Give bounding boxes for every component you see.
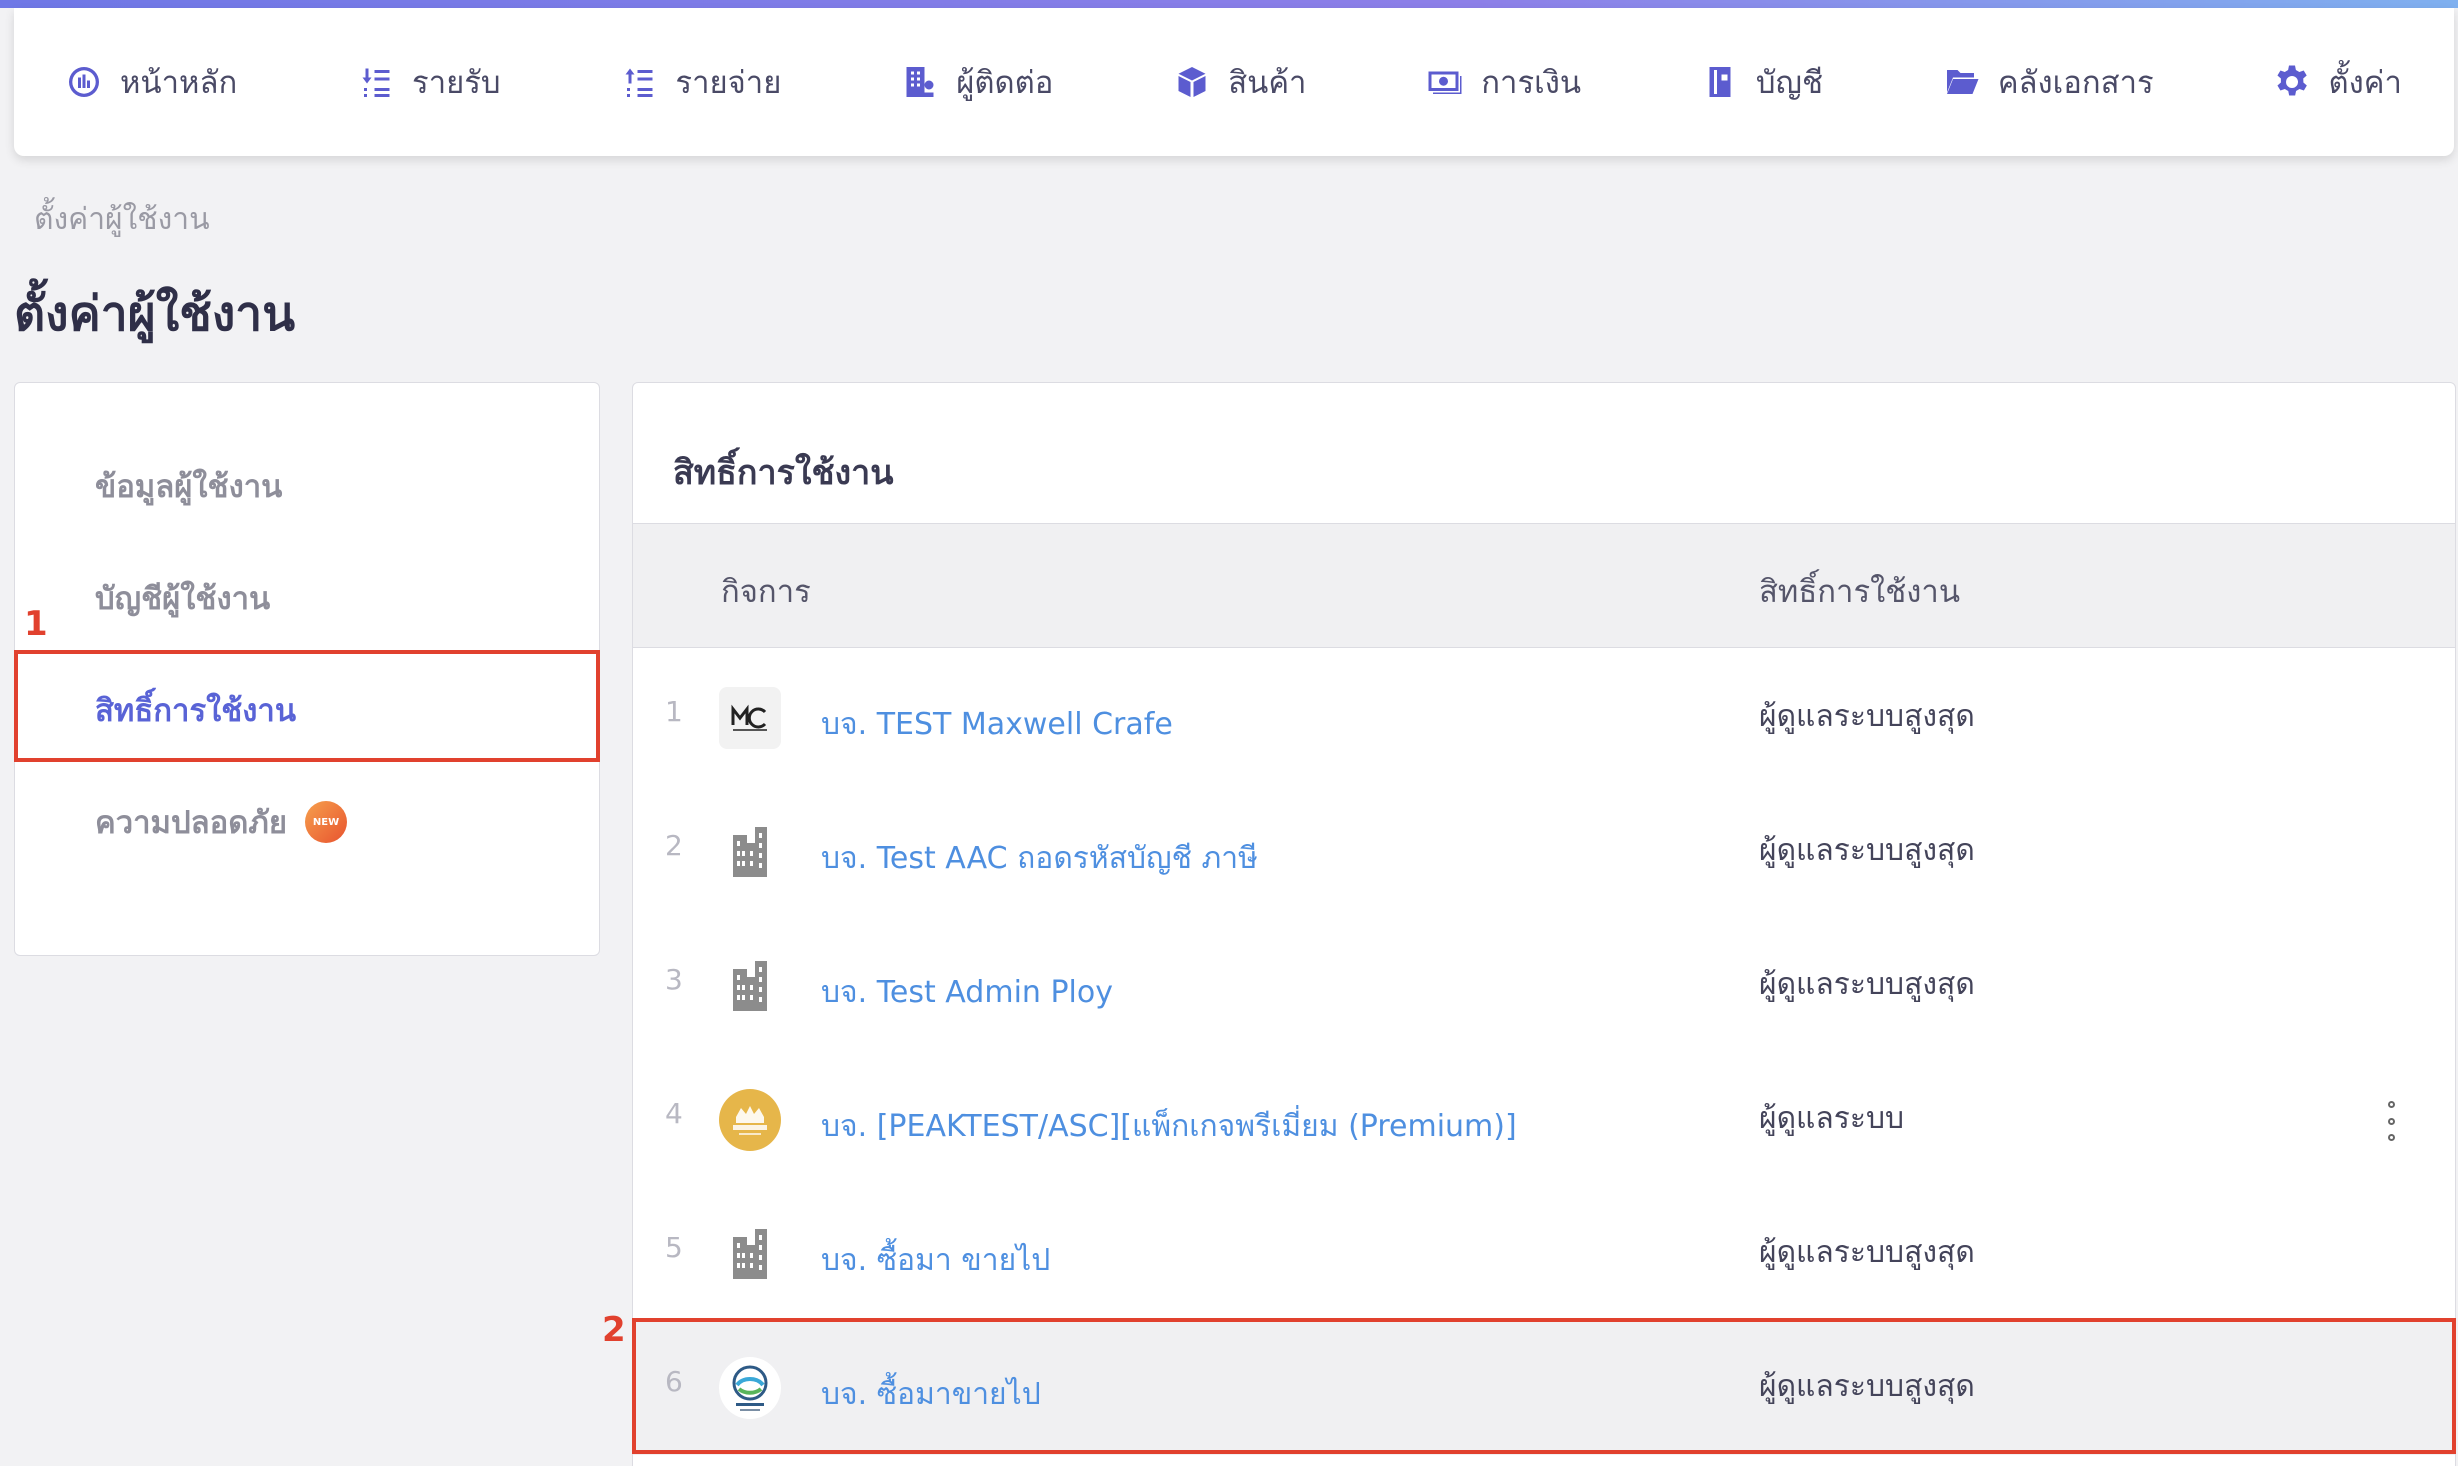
permission-value: ผู้ดูแลระบบ	[1759, 1101, 1905, 1136]
income-icon	[362, 68, 390, 97]
sidebar-item-label: สิทธิ์การใช้งาน	[95, 693, 297, 729]
permission-value: ผู้ดูแลระบบสูงสุด	[1759, 699, 1975, 734]
box-icon	[1178, 67, 1206, 97]
nav-label: สินค้า	[1228, 65, 1307, 101]
dashboard-icon	[69, 67, 99, 97]
contacts-icon	[906, 67, 934, 97]
building-icon	[719, 955, 781, 1017]
nav-item-products[interactable]: สินค้า	[1174, 57, 1306, 107]
building-icon	[719, 1223, 781, 1285]
top-accent-bar	[0, 0, 2458, 8]
nav-label: บัญชี	[1755, 65, 1823, 101]
nav-item-contacts[interactable]: ผู้ติดต่อ	[902, 57, 1053, 107]
page-title: ตั้งค่าผู้ใช้งาน	[14, 286, 296, 342]
row-number: 1	[665, 695, 683, 728]
nav-label: รายรับ	[412, 65, 501, 101]
nav-label: การเงิน	[1481, 65, 1582, 101]
nav-item-finance[interactable]: การเงิน	[1427, 57, 1581, 107]
sidebar-item-security[interactable]: ความปลอดภัย NEW	[95, 797, 348, 847]
settings-sidebar: ข้อมูลผู้ใช้งาน บัญชีผู้ใช้งาน สิทธิ์การ…	[14, 382, 600, 956]
premium-crown-logo-icon	[719, 1089, 781, 1151]
main-navbar: หน้าหลัก รายรับ รายจ่าย ผู้ติดต่อ สินค้า…	[14, 8, 2454, 156]
company-link[interactable]: บจ. Test Admin Ploy	[821, 969, 1113, 1016]
permission-value: ผู้ดูแลระบบสูงสุด	[1759, 1369, 1975, 1404]
row-number: 5	[665, 1231, 683, 1264]
nav-label: คลังเอกสาร	[1997, 65, 2154, 101]
gear-icon	[2277, 65, 2308, 96]
company-link[interactable]: บจ. ซื้อมา ขายไป	[821, 1237, 1050, 1284]
maxwell-crafe-logo-icon	[719, 687, 781, 749]
sidebar-item-label: ความปลอดภัย	[95, 805, 288, 841]
table-row[interactable]: 3 บจ. Test Admin Ploy ผู้ดูแลระบบสูงสุด	[633, 919, 2455, 1053]
buy-sell-logo-icon	[719, 1357, 781, 1419]
nav-label: รายจ่าย	[675, 65, 782, 101]
nav-item-settings[interactable]: ตั้งค่า	[2274, 57, 2402, 107]
building-icon	[719, 821, 781, 883]
table-header: กิจการ สิทธิ์การใช้งาน	[633, 524, 2455, 648]
table-row[interactable]: 5 บจ. ซื้อมา ขายไป ผู้ดูแลระบบสูงสุด	[633, 1187, 2455, 1321]
table-row[interactable]: 4 บจ. [PEAKTEST/ASC][แพ็กเกจพรีเมี่ยม (P…	[633, 1053, 2455, 1187]
table-row[interactable]: 1 บจ. TEST Maxwell Crafe ผู้ดูแลระบบสูงส…	[633, 651, 2455, 785]
nav-item-accounting[interactable]: บัญชี	[1702, 57, 1823, 107]
nav-label: หน้าหลัก	[120, 65, 238, 101]
column-header-business: กิจการ	[721, 574, 811, 610]
nav-item-dashboard[interactable]: หน้าหลัก	[66, 57, 237, 107]
expense-icon	[625, 68, 653, 97]
company-link[interactable]: บจ. ซื้อมาขายไป	[821, 1371, 1041, 1418]
nav-item-documents[interactable]: คลังเอกสาร	[1944, 57, 2154, 107]
annotation-number-2: 2	[602, 1310, 626, 1350]
nav-label: ตั้งค่า	[2328, 65, 2402, 101]
row-number: 4	[665, 1097, 683, 1130]
nav-label: ผู้ติดต่อ	[956, 65, 1054, 101]
sidebar-item-label: ข้อมูลผู้ใช้งาน	[95, 469, 283, 505]
column-header-permission: สิทธิ์การใช้งาน	[1759, 574, 1961, 610]
sidebar-item-user-account[interactable]: บัญชีผู้ใช้งาน	[95, 573, 270, 623]
sidebar-item-user-info[interactable]: ข้อมูลผู้ใช้งาน	[95, 461, 282, 511]
company-link[interactable]: บจ. TEST Maxwell Crafe	[821, 701, 1173, 748]
table-row[interactable]: 2 บจ. Test AAC ถอดรหัสบัญชี ภาษี ผู้ดูแล…	[633, 785, 2455, 919]
permission-value: ผู้ดูแลระบบสูงสุด	[1759, 833, 1975, 868]
money-icon	[1428, 71, 1462, 94]
company-link[interactable]: บจ. [PEAKTEST/ASC][แพ็กเกจพรีเมี่ยม (Pre…	[821, 1103, 1517, 1150]
folder-icon	[1946, 70, 1979, 94]
panel-title: สิทธิ์การใช้งาน	[673, 453, 894, 493]
sidebar-item-permissions[interactable]: สิทธิ์การใช้งาน	[95, 685, 296, 735]
nav-item-expense[interactable]: รายจ่าย	[621, 57, 781, 107]
row-number: 3	[665, 963, 683, 996]
table-row[interactable]: 6 บจ. ซื้อมาขายไป ผู้ดูแลระบบสูงสุด	[633, 1321, 2455, 1455]
new-badge: NEW	[305, 801, 348, 843]
annotation-number-1: 1	[24, 604, 48, 644]
sidebar-item-label: บัญชีผู้ใช้งาน	[95, 581, 271, 617]
company-link[interactable]: บจ. Test AAC ถอดรหัสบัญชี ภาษี	[821, 835, 1258, 882]
row-number: 6	[665, 1365, 683, 1398]
row-number: 2	[665, 829, 683, 862]
permission-value: ผู้ดูแลระบบสูงสุด	[1759, 967, 1975, 1002]
breadcrumb[interactable]: ตั้งค่าผู้ใช้งาน	[34, 196, 210, 243]
permission-value: ผู้ดูแลระบบสูงสุด	[1759, 1235, 1975, 1270]
permissions-panel: สิทธิ์การใช้งาน กิจการ สิทธิ์การใช้งาน 1…	[632, 382, 2456, 1466]
nav-item-income[interactable]: รายรับ	[358, 57, 501, 107]
ledger-icon	[1709, 67, 1731, 97]
more-options-icon[interactable]	[2383, 1101, 2399, 1141]
